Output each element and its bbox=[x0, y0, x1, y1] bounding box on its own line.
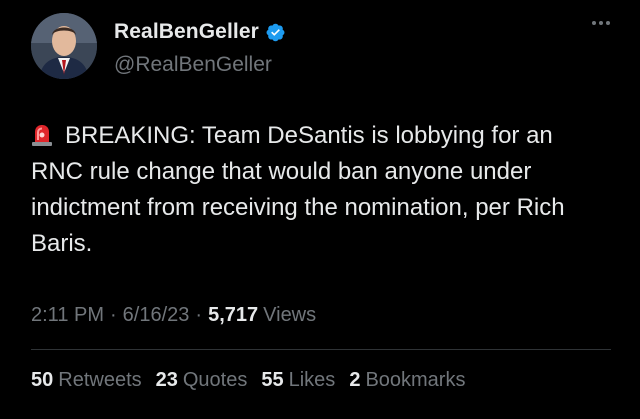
stat-label: Likes bbox=[288, 369, 336, 391]
engagement-stats: 50 Retweets 23 Quotes 55 Likes 2 Bookmarks bbox=[31, 369, 479, 392]
stat-count: 2 bbox=[349, 369, 361, 391]
views-count: 5,717 bbox=[208, 304, 259, 326]
divider bbox=[31, 349, 611, 350]
stat-count: 23 bbox=[155, 369, 178, 391]
avatar[interactable] bbox=[31, 13, 97, 79]
tweet-time[interactable]: 2:11 PM bbox=[31, 304, 104, 327]
tweet-card: RealBenGeller @RealBenGeller BREAKING: T… bbox=[0, 0, 640, 419]
stat-count: 50 bbox=[31, 369, 54, 391]
author-names: RealBenGeller @RealBenGeller bbox=[114, 19, 286, 77]
stat-likes[interactable]: 55 Likes bbox=[261, 369, 335, 392]
verified-badge-icon bbox=[265, 22, 286, 43]
author-handle[interactable]: @RealBenGeller bbox=[114, 53, 286, 77]
display-name[interactable]: RealBenGeller bbox=[114, 20, 259, 44]
stat-bookmarks[interactable]: 2 Bookmarks bbox=[349, 369, 465, 392]
stat-label: Retweets bbox=[58, 369, 142, 391]
views-label: Views bbox=[263, 304, 317, 326]
meta-separator: · bbox=[110, 304, 117, 326]
tweet-date[interactable]: 6/16/23 bbox=[123, 304, 190, 327]
tweet-text-content: BREAKING: Team DeSantis is lobbying for … bbox=[31, 122, 565, 257]
tweet-header: RealBenGeller @RealBenGeller bbox=[31, 13, 611, 83]
stat-label: Bookmarks bbox=[365, 369, 466, 391]
siren-icon bbox=[31, 122, 53, 146]
stat-count: 55 bbox=[261, 369, 284, 391]
stat-retweets[interactable]: 50 Retweets bbox=[31, 369, 142, 392]
meta-separator: · bbox=[195, 304, 203, 326]
stat-quotes[interactable]: 23 Quotes bbox=[156, 369, 248, 392]
tweet-meta: 2:11 PM · 6/16/23 · 5,717 Views bbox=[31, 304, 316, 327]
tweet-text: BREAKING: Team DeSantis is lobbying for … bbox=[31, 118, 611, 262]
stat-label: Quotes bbox=[182, 369, 248, 391]
more-options-icon[interactable] bbox=[587, 13, 615, 33]
